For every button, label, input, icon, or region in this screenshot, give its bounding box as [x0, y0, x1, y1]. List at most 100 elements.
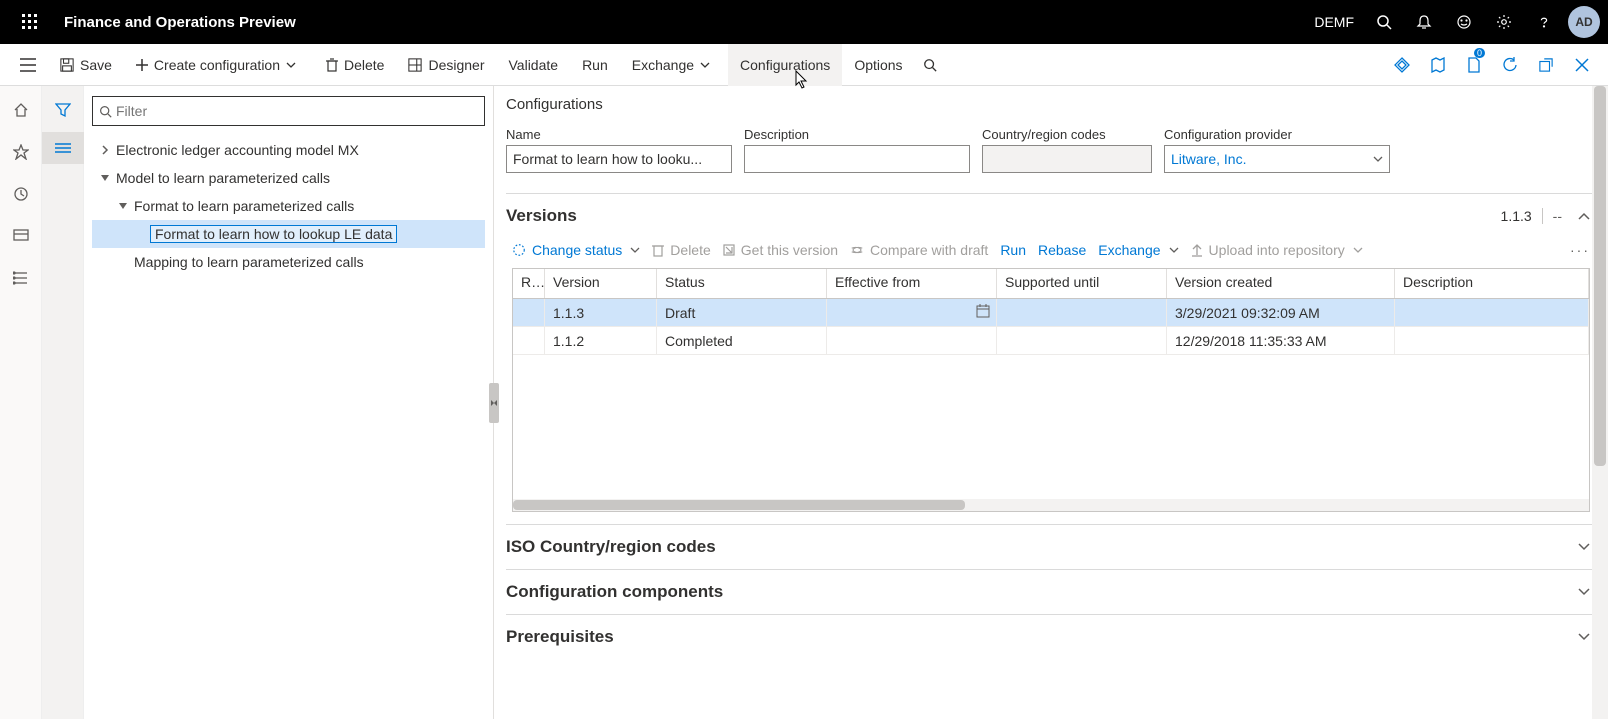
table-cell[interactable] — [997, 299, 1167, 326]
rebase-button[interactable]: Rebase — [1038, 242, 1086, 258]
tree-item[interactable]: Electronic ledger accounting model MX — [92, 136, 485, 164]
table-cell[interactable]: 1.1.3 — [545, 299, 657, 326]
col-status[interactable]: Status — [657, 269, 827, 298]
col-description[interactable]: Description — [1395, 269, 1589, 298]
close-icon[interactable] — [1564, 44, 1600, 86]
more-icon[interactable]: ··· — [1570, 242, 1590, 258]
versions-exchange-button[interactable]: Exchange — [1098, 242, 1178, 258]
tree-item-label: Format to learn how to lookup LE data — [150, 225, 397, 243]
table-cell[interactable]: 12/29/2018 11:35:33 AM — [1167, 327, 1395, 354]
table-cell[interactable] — [513, 299, 545, 326]
tree-item[interactable]: Format to learn parameterized calls — [92, 192, 485, 220]
recent-icon[interactable] — [0, 178, 42, 210]
options-button[interactable]: Options — [842, 44, 914, 86]
search-icon[interactable] — [1364, 0, 1404, 44]
col-supported-until[interactable]: Supported until — [997, 269, 1167, 298]
diamond-icon[interactable] — [1384, 44, 1420, 86]
upload-repo-button[interactable]: Upload into repository — [1191, 242, 1363, 258]
table-cell[interactable]: Draft — [657, 299, 827, 326]
table-cell[interactable] — [1395, 327, 1589, 354]
vertical-scrollbar[interactable] — [1592, 86, 1608, 719]
app-title: Finance and Operations Preview — [52, 14, 296, 31]
section-prerequisites-header[interactable]: Prerequisites — [506, 615, 1596, 659]
refresh-icon[interactable] — [1492, 44, 1528, 86]
section-iso-header[interactable]: ISO Country/region codes — [506, 525, 1596, 569]
col-effective-from[interactable]: Effective from — [827, 269, 997, 298]
configurations-button[interactable]: Configurations — [728, 44, 842, 86]
gear-icon[interactable] — [1484, 0, 1524, 44]
company-code[interactable]: DEMF — [1304, 14, 1364, 30]
section-versions-header[interactable]: Versions 1.1.3 -- — [506, 194, 1596, 238]
home-icon[interactable] — [0, 94, 42, 126]
section-versions: Versions 1.1.3 -- Change status Delete — [506, 193, 1596, 524]
tree: Electronic ledger accounting model MX Mod… — [92, 136, 485, 276]
search-icon — [99, 105, 112, 118]
top-bar: Finance and Operations Preview DEMF AD — [0, 0, 1608, 44]
scrollbar-thumb[interactable] — [1594, 86, 1606, 466]
search-command-icon[interactable] — [915, 44, 951, 86]
avatar[interactable]: AD — [1568, 6, 1600, 38]
versions-delete-button[interactable]: Delete — [652, 242, 710, 258]
validate-button[interactable]: Validate — [497, 44, 571, 86]
popout-icon[interactable] — [1528, 44, 1564, 86]
table-cell[interactable] — [827, 299, 997, 326]
designer-button[interactable]: Designer — [396, 44, 496, 86]
table-cell[interactable] — [1395, 299, 1589, 326]
col-version[interactable]: Version — [545, 269, 657, 298]
hamburger-icon[interactable] — [8, 44, 48, 86]
body: Electronic ledger accounting model MX Mod… — [0, 86, 1608, 719]
lines-icon[interactable] — [42, 132, 84, 164]
scrollbar-thumb[interactable] — [513, 500, 965, 510]
table-row[interactable]: 1.1.2Completed 12/29/2018 11:35:33 AM — [513, 327, 1589, 355]
document-count-icon[interactable]: 0 — [1456, 44, 1492, 86]
app-launcher-icon[interactable] — [8, 14, 52, 30]
col-version-created[interactable]: Version created — [1167, 269, 1395, 298]
chevron-down-icon — [1169, 247, 1179, 253]
delete-button[interactable]: Delete — [314, 44, 396, 86]
tree-item-label: Format to learn parameterized calls — [132, 198, 356, 214]
funnel-icon[interactable] — [42, 94, 84, 126]
exchange-button[interactable]: Exchange — [620, 44, 728, 86]
col-r[interactable]: R... — [513, 269, 545, 298]
horizontal-scrollbar[interactable] — [513, 499, 1589, 511]
workspace-icon[interactable] — [0, 220, 42, 252]
section-components: Configuration components — [506, 569, 1596, 614]
versions-run-button[interactable]: Run — [1000, 242, 1026, 258]
create-configuration-button[interactable]: Create configuration — [124, 44, 314, 86]
bell-icon[interactable] — [1404, 0, 1444, 44]
compare-button[interactable]: Compare with draft — [850, 242, 988, 258]
star-icon[interactable] — [0, 136, 42, 168]
chevron-right-icon[interactable] — [96, 145, 114, 155]
run-button[interactable]: Run — [570, 44, 620, 86]
save-label: Save — [80, 57, 112, 73]
table-cell[interactable] — [513, 327, 545, 354]
tree-item[interactable]: Model to learn parameterized calls — [92, 164, 485, 192]
table-row[interactable]: 1.1.3Draft 3/29/2021 09:32:09 AM — [513, 299, 1589, 327]
get-version-button[interactable]: Get this version — [723, 242, 838, 258]
help-icon[interactable] — [1524, 0, 1564, 44]
tree-filter-input[interactable] — [116, 103, 478, 119]
description-input[interactable] — [744, 145, 970, 173]
table-cell[interactable]: 3/29/2021 09:32:09 AM — [1167, 299, 1395, 326]
save-button[interactable]: Save — [48, 44, 124, 86]
table-cell[interactable] — [997, 327, 1167, 354]
modules-icon[interactable] — [0, 262, 42, 294]
chevron-down-icon[interactable] — [114, 202, 132, 210]
table-cell[interactable] — [827, 327, 997, 354]
provider-select[interactable]: Litware, Inc. — [1164, 145, 1390, 173]
table-cell[interactable]: Completed — [657, 327, 827, 354]
name-input[interactable]: Format to learn how to looku... — [506, 145, 732, 173]
tree-pane: Electronic ledger accounting model MX Mod… — [84, 86, 494, 719]
calendar-icon[interactable] — [976, 304, 990, 321]
tree-item[interactable]: Mapping to learn parameterized calls — [92, 248, 485, 276]
tree-item[interactable]: Format to learn how to lookup LE data — [92, 220, 485, 248]
tree-item-label: Electronic ledger accounting model MX — [114, 142, 361, 158]
table-cell[interactable]: 1.1.2 — [545, 327, 657, 354]
smile-icon[interactable] — [1444, 0, 1484, 44]
section-components-header[interactable]: Configuration components — [506, 570, 1596, 614]
chevron-down-icon[interactable] — [96, 174, 114, 182]
change-status-button[interactable]: Change status — [512, 242, 640, 258]
description-label: Description — [744, 127, 970, 142]
map-icon[interactable] — [1420, 44, 1456, 86]
tree-filter[interactable] — [92, 96, 485, 126]
